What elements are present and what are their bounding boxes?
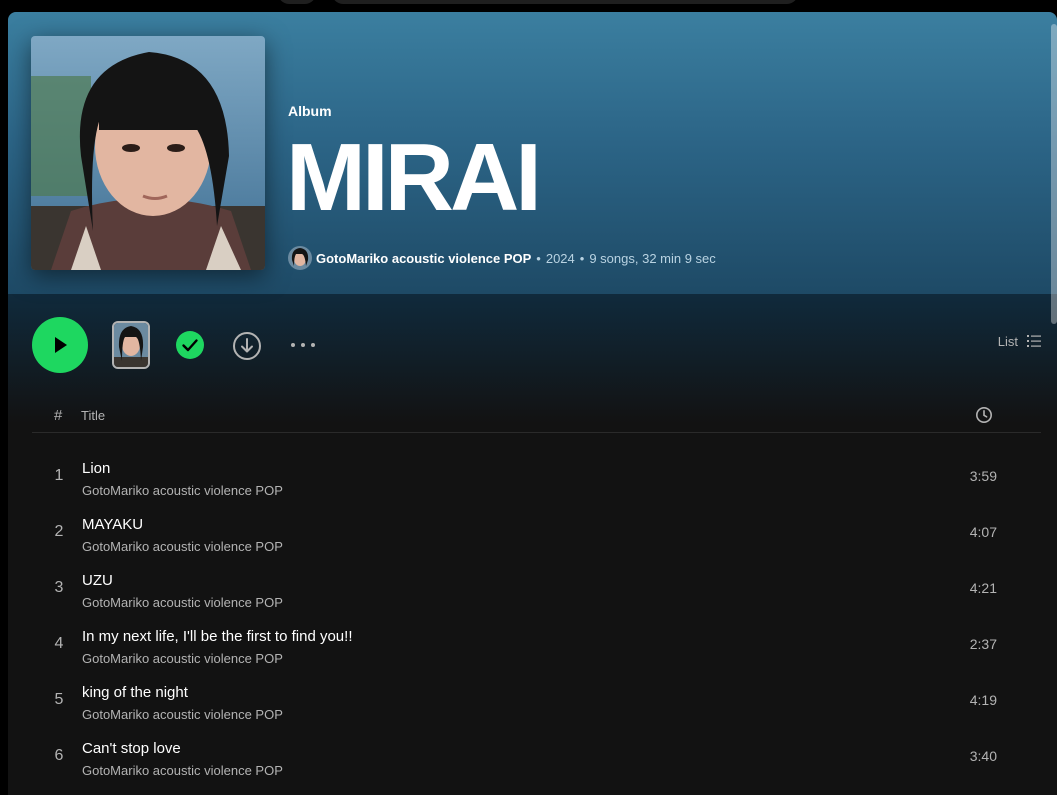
track-duration: 4:21 [969,580,997,596]
track-number: 3 [54,579,64,596]
saved-in-library-button[interactable] [176,331,204,359]
view-mode-toggle[interactable]: List [998,333,1042,349]
track-row[interactable]: 5 king of the night GotoMariko acoustic … [32,672,1041,728]
track-number: 5 [54,691,64,708]
clock-icon [976,407,992,423]
view-mode-label: List [997,333,1018,349]
artist-link[interactable]: GotoMariko acoustic violence POP [316,251,531,266]
track-artist[interactable]: GotoMariko acoustic violence POP [82,595,283,610]
track-title[interactable]: Lion [82,460,110,477]
check-circle-icon [176,331,204,359]
top-bar [0,0,1057,12]
track-artist[interactable]: GotoMariko acoustic violence POP [82,707,283,722]
track-row[interactable]: 2 MAYAKU GotoMariko acoustic violence PO… [32,504,1041,560]
search-bar[interactable] [332,0,798,4]
track-number: 6 [54,747,64,764]
track-duration: 3:40 [969,748,997,764]
more-options-button[interactable] [288,331,318,359]
track-artist[interactable]: GotoMariko acoustic violence POP [82,483,283,498]
download-button[interactable] [232,331,262,361]
scrollbar[interactable] [1051,24,1057,324]
track-row[interactable]: 1 Lion GotoMariko acoustic violence POP … [32,448,1041,504]
track-duration: 2:37 [969,636,997,652]
track-duration: 4:07 [969,524,997,540]
play-icon [55,337,67,353]
album-cover-image [31,36,265,270]
track-number: 2 [54,523,64,540]
more-horizontal-icon [291,343,315,347]
column-title: Title [81,408,106,423]
track-artist[interactable]: GotoMariko acoustic violence POP [82,651,283,666]
track-duration: 4:19 [969,692,997,708]
list-icon [1027,335,1041,347]
track-duration: 3:59 [969,468,997,484]
track-list: 1 Lion GotoMariko acoustic violence POP … [32,448,1041,784]
album-title: MIRAI [286,124,542,231]
artist-avatar[interactable] [288,246,312,270]
track-title[interactable]: UZU [82,572,113,589]
album-cover[interactable] [31,36,265,270]
action-bar: List [32,317,1042,373]
play-button[interactable] [32,317,88,373]
track-title[interactable]: king of the night [82,684,188,701]
track-title[interactable]: In my next life, I'll be the first to fi… [82,628,352,645]
track-artist[interactable]: GotoMariko acoustic violence POP [82,763,283,778]
home-button[interactable] [278,0,316,4]
album-year: 2024 [545,250,575,266]
column-number: # [54,407,63,424]
preview-thumbnail[interactable] [112,321,150,369]
track-title[interactable]: Can't stop love [82,740,181,757]
track-list-header: # Title [32,396,1041,433]
album-type-label: Album [288,103,332,119]
track-title[interactable]: MAYAKU [82,516,143,533]
album-view: Album MIRAI GotoMariko acoustic violence… [8,12,1057,795]
track-row[interactable]: 3 UZU GotoMariko acoustic violence POP 4… [32,560,1041,616]
track-number: 4 [54,635,64,652]
track-row[interactable]: 6 Can't stop love GotoMariko acoustic vi… [32,728,1041,784]
download-icon [233,332,261,360]
track-row[interactable]: 4 In my next life, I'll be the first to … [32,616,1041,672]
track-artist[interactable]: GotoMariko acoustic violence POP [82,539,283,554]
track-number: 1 [54,467,64,484]
album-summary: 9 songs, 32 min 9 sec [589,250,716,266]
album-meta: GotoMariko acoustic violence POP • 2024 … [288,246,716,270]
